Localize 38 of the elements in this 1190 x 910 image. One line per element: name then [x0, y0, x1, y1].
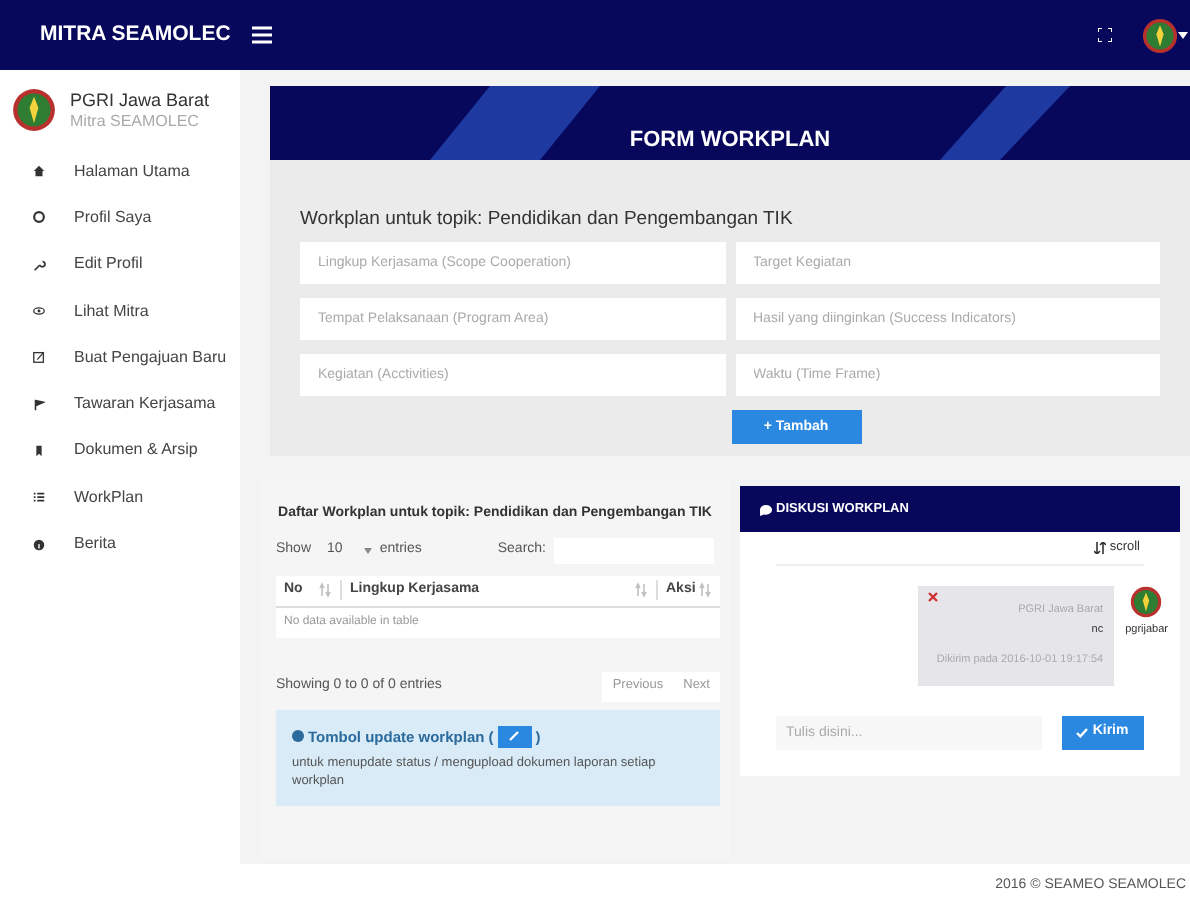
check-icon	[1076, 728, 1089, 738]
home-icon	[32, 164, 46, 179]
pencil-icon	[508, 730, 521, 743]
form-title: FORM WORKPLAN	[629, 125, 831, 155]
sort-icon	[318, 582, 332, 598]
info-icon	[32, 537, 46, 552]
close-icon[interactable]	[927, 592, 938, 602]
brand: MITRA SEAMOLEC	[38, 19, 233, 50]
info-icon	[292, 730, 304, 743]
sidebar-item[interactable]: WorkPlan	[74, 485, 144, 510]
sidebar-item[interactable]: Berita	[74, 532, 116, 557]
sidebar-item[interactable]: Edit Profil	[74, 252, 143, 277]
fullscreen-icon[interactable]	[1098, 28, 1112, 42]
avatar[interactable]	[1142, 17, 1178, 53]
profile-role: Mitra SEAMOLEC	[70, 111, 201, 131]
list-icon	[32, 490, 46, 505]
profile-name: PGRI Jawa Barat	[70, 89, 210, 111]
sort-icon	[634, 582, 648, 598]
caret-icon	[363, 547, 372, 553]
sidebar-item[interactable]: Dokumen & Arsip	[74, 438, 198, 463]
user-avatar	[1130, 586, 1163, 618]
eye-icon	[32, 304, 46, 319]
caret-icon[interactable]	[1178, 31, 1188, 39]
sort-icon[interactable]	[1093, 542, 1106, 554]
chat-icon	[760, 503, 772, 515]
profile-avatar	[12, 88, 56, 132]
menu-icon[interactable]	[252, 26, 272, 44]
form-heading: Workplan untuk topik: Pendidikan dan Pengembangan TIK	[300, 206, 795, 234]
flag-icon	[32, 397, 46, 412]
edit-icon	[32, 350, 46, 365]
bookmark-icon	[32, 443, 46, 458]
sidebar-item[interactable]: Buat Pengajuan Baru	[74, 345, 227, 370]
sidebar-item[interactable]: Profil Saya	[74, 205, 152, 230]
sidebar-item[interactable]: Tawaran Kerjasama	[74, 392, 216, 417]
sidebar-item[interactable]: Halaman Utama	[74, 159, 190, 184]
circle-icon	[32, 210, 46, 225]
sidebar-item[interactable]: Lihat Mitra	[74, 299, 149, 324]
sort-icon	[698, 582, 712, 598]
